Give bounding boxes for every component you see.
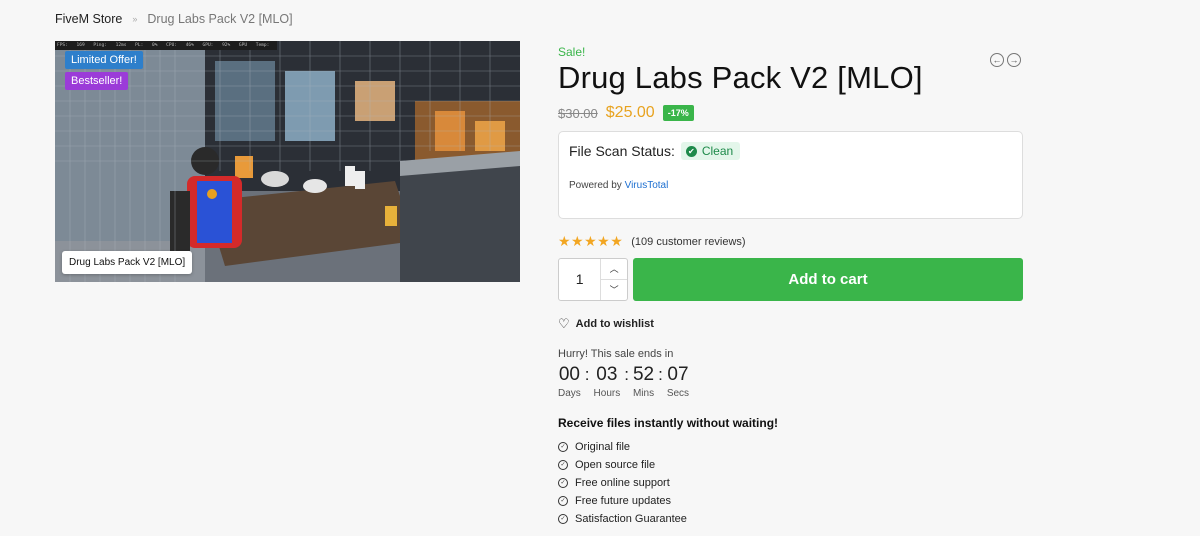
countdown-secs-label: Secs xyxy=(666,388,690,399)
breadcrumb-current: Drug Labs Pack V2 [MLO] xyxy=(147,12,293,26)
countdown-secs-value: 07 xyxy=(667,364,689,385)
countdown-separator: : xyxy=(624,365,629,384)
countdown-days-value: 00 xyxy=(558,364,580,385)
check-circle-icon: ✓ xyxy=(558,496,568,506)
add-to-cart-button[interactable]: Add to cart xyxy=(633,258,1023,301)
game-hud-overlay: FPS: 169 Ping: 12ms PL: 0% CPU: 46% GPU:… xyxy=(55,41,277,50)
feature-label: Open source file xyxy=(575,459,656,471)
countdown-hours: 03 Hours xyxy=(594,364,621,399)
decrement-chevron-down-icon[interactable]: ﹀ xyxy=(601,280,627,300)
countdown-secs: 07 Secs xyxy=(667,364,689,399)
quantity-steps: ︿ ﹀ xyxy=(600,259,627,300)
countdown-mins: 52 Mins xyxy=(633,364,654,399)
check-circle-icon: ✓ xyxy=(558,514,568,524)
list-item: ✓ Satisfaction Guarantee xyxy=(558,510,687,528)
feature-label: Satisfaction Guarantee xyxy=(575,513,687,525)
sale-label: Sale! xyxy=(558,45,586,59)
countdown-mins-label: Mins xyxy=(632,388,655,399)
countdown-separator: : xyxy=(658,365,663,384)
check-circle-icon: ✓ xyxy=(558,460,568,470)
review-count-link[interactable]: (109 customer reviews) xyxy=(631,236,745,248)
file-scan-panel: File Scan Status: ✔ Clean Powered by Vir… xyxy=(558,131,1023,219)
feature-label: Original file xyxy=(575,441,631,453)
limited-offer-badge: Limited Offer! xyxy=(65,51,143,69)
product-rating: ★★★★★ (109 customer reviews) xyxy=(558,233,746,250)
scan-status-row: File Scan Status: ✔ Clean xyxy=(569,142,741,160)
quantity-stepper[interactable]: 1 ︿ ﹀ xyxy=(558,258,628,301)
quantity-input[interactable]: 1 xyxy=(559,259,600,300)
list-item: ✓ Free future updates xyxy=(558,492,687,510)
product-title: Drug Labs Pack V2 [MLO] xyxy=(558,60,923,95)
bestseller-badge: Bestseller! xyxy=(65,72,129,90)
powered-by: Powered by VirusTotal xyxy=(569,180,668,191)
feature-label: Free future updates xyxy=(575,495,672,507)
prev-product-icon[interactable]: ← xyxy=(990,53,1004,67)
feature-label: Free online support xyxy=(575,477,670,489)
countdown-hours-label: Hours xyxy=(593,388,621,399)
features-list: ✓ Original file ✓ Open source file ✓ Fre… xyxy=(558,438,687,528)
price-row: $30.00 $25.00 -17% xyxy=(558,104,694,122)
list-item: ✓ Original file xyxy=(558,438,687,456)
sale-price: $25.00 xyxy=(605,104,655,121)
discount-badge: -17% xyxy=(662,105,694,121)
features-heading: Receive files instantly without waiting! xyxy=(558,416,779,430)
sale-countdown-label: Hurry! This sale ends in xyxy=(558,348,674,360)
image-caption: Drug Labs Pack V2 [MLO] xyxy=(62,251,193,274)
wishlist-label: Add to wishlist xyxy=(575,318,654,330)
next-product-icon[interactable]: → xyxy=(1007,53,1021,67)
check-circle-icon: ✓ xyxy=(558,442,568,452)
product-gallery[interactable]: FPS: 169 Ping: 12ms PL: 0% CPU: 46% GPU:… xyxy=(55,41,520,282)
increment-chevron-up-icon[interactable]: ︿ xyxy=(601,259,627,280)
heart-icon: ♡ xyxy=(558,316,570,331)
virustotal-link[interactable]: VirusTotal xyxy=(625,180,669,191)
countdown-mins-value: 52 xyxy=(632,364,655,385)
countdown-separator: : xyxy=(584,365,590,384)
countdown-days: 00 Days xyxy=(558,364,581,399)
powered-by-prefix: Powered by xyxy=(569,180,625,191)
breadcrumb-home-link[interactable]: FiveM Store xyxy=(55,12,122,26)
countdown-days-label: Days xyxy=(558,388,581,399)
check-circle-icon: ✓ xyxy=(558,478,568,488)
list-item: ✓ Open source file xyxy=(558,456,687,474)
scan-status-label: File Scan Status: xyxy=(569,143,675,159)
sale-countdown: 00 Days : 03 Hours : 52 Mins : 07 Secs xyxy=(558,364,689,399)
add-to-wishlist-link[interactable]: ♡ Add to wishlist xyxy=(558,316,654,331)
breadcrumb: FiveM Store » Drug Labs Pack V2 [MLO] xyxy=(55,12,293,26)
product-nav: ← → xyxy=(990,53,1021,67)
countdown-hours-value: 03 xyxy=(596,364,618,385)
scan-status-badge: ✔ Clean xyxy=(680,142,741,160)
scan-status-text: Clean xyxy=(701,144,734,158)
star-rating-icon: ★★★★★ xyxy=(558,233,624,249)
check-circle-icon: ✔ xyxy=(685,145,697,157)
list-item: ✓ Free online support xyxy=(558,474,687,492)
breadcrumb-separator: » xyxy=(132,14,138,24)
old-price: $30.00 xyxy=(558,105,598,121)
